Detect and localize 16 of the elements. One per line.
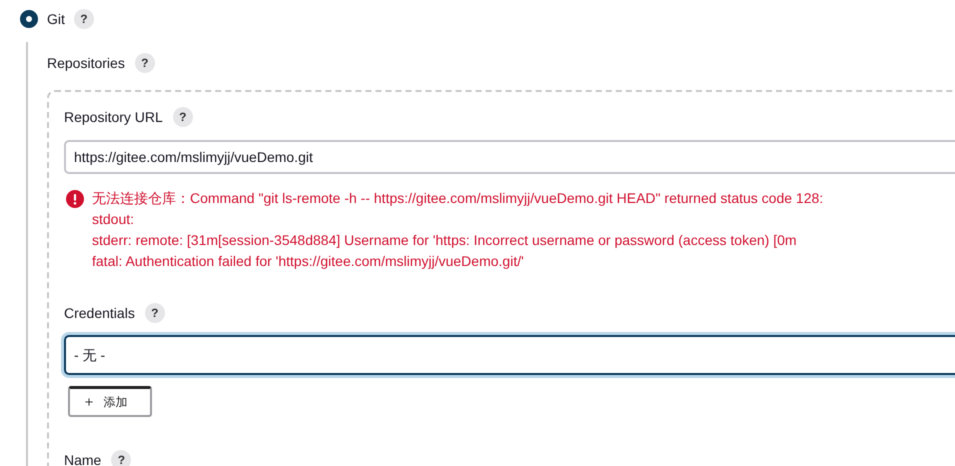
radio-button[interactable]: [20, 10, 38, 28]
help-button[interactable]: ?: [172, 107, 193, 127]
url-field[interactable]: https://gitee.com/mslimyjj/vueDemo.git: [64, 140, 955, 174]
help-button[interactable]: ?: [144, 303, 165, 323]
help-button[interactable]: ?: [74, 9, 94, 29]
error-icon: [66, 190, 84, 208]
error-message: 无法连接仓库：Command "git ls-remote -h -- https://gitee.com/mslimyjj/vueDemo.git HEAD" returned status code 128: stdout: stderr: remote: [31m[session-3548d884] Username for 'https: Incorrect username or password (access token) [0m fatal: Authentication failed for 'https://gitee.com/mslimyjj/vueDemo.git/': [92, 189, 824, 271]
field-label: Repository URL: [64, 109, 163, 125]
add-button[interactable]: ＋ 添加: [68, 386, 152, 417]
help-button[interactable]: ?: [111, 450, 132, 466]
field-label: Name: [64, 452, 102, 466]
field-label: Repositories: [47, 55, 125, 71]
help-button[interactable]: ?: [134, 53, 155, 73]
option-label: Git: [47, 11, 65, 27]
field-label: Credentials: [64, 305, 135, 321]
credentials-dropdown[interactable]: - 无 -: [64, 335, 955, 375]
